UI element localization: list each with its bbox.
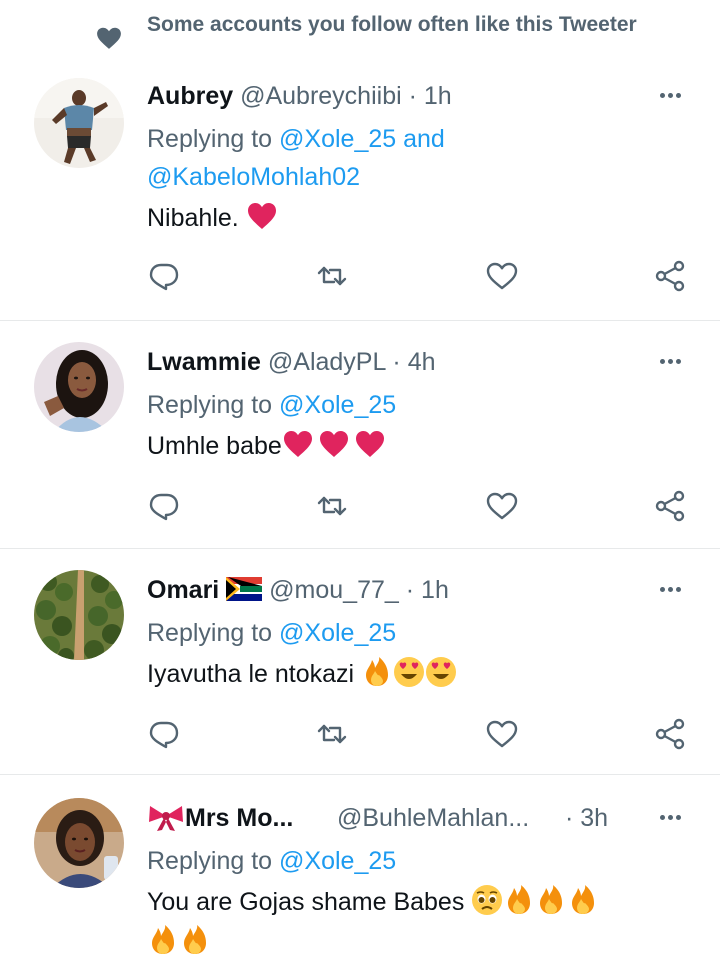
tweet-card[interactable]: Lwammie @AladyPL · 4h Replying to @Xole_… bbox=[0, 320, 720, 549]
reply-context: Replying to @Xole_25 and @KabeloMohlah02 bbox=[147, 120, 687, 196]
separator: · bbox=[405, 576, 415, 604]
separator: · bbox=[408, 82, 417, 110]
tweet-actions bbox=[0, 258, 720, 298]
share-icon[interactable] bbox=[652, 716, 688, 752]
avatar[interactable] bbox=[34, 570, 124, 660]
mention-link[interactable]: @Xole_25 bbox=[279, 125, 396, 153]
display-name[interactable]: Mrs Mo... bbox=[185, 804, 293, 832]
tweet-text-content: Iyavutha le ntokazi bbox=[147, 660, 355, 688]
heart-icon bbox=[97, 27, 121, 49]
fire-emoji bbox=[361, 656, 393, 688]
fire-emoji bbox=[503, 884, 535, 916]
mention-link[interactable]: @Xole_25 bbox=[279, 391, 396, 419]
tweet-text: You are Gojas shame Babes bbox=[147, 882, 687, 962]
reply-icon[interactable] bbox=[146, 258, 182, 294]
user-handle[interactable]: @AladyPL bbox=[268, 348, 386, 376]
mention-link[interactable]: @Xole_25 bbox=[279, 619, 396, 647]
tweet-header: Omari @mou_77_ · 1h bbox=[147, 570, 647, 610]
reply-prefix: Replying to bbox=[147, 125, 273, 153]
user-handle[interactable]: @mou_77_ bbox=[269, 576, 399, 604]
heart-eyes-emoji bbox=[393, 656, 425, 688]
timestamp[interactable]: 1h bbox=[421, 576, 449, 604]
timestamp[interactable]: 4h bbox=[408, 348, 436, 376]
tweet-actions bbox=[0, 488, 720, 528]
display-name[interactable]: Omari bbox=[147, 576, 219, 604]
reply-context: Replying to @Xole_25 bbox=[147, 842, 687, 880]
fire-emoji bbox=[535, 884, 567, 916]
separator: · bbox=[565, 804, 574, 832]
tweet-actions bbox=[0, 716, 720, 756]
tweet-header: Lwammie @AladyPL · 4h bbox=[147, 342, 647, 382]
retweet-icon[interactable] bbox=[314, 258, 350, 294]
red-heart-emoji bbox=[246, 200, 278, 232]
mention-link[interactable]: @KabeloMohlah02 bbox=[147, 163, 360, 191]
timestamp[interactable]: 3h bbox=[580, 804, 608, 832]
ribbon-bow-icon bbox=[147, 802, 185, 832]
tweet-card[interactable]: Mrs Mo... @BuhleMahlan... · 3h Replying … bbox=[0, 774, 720, 964]
tweet-text: Umhle babe bbox=[147, 426, 687, 466]
separator: · bbox=[392, 348, 401, 376]
display-name[interactable]: Lwammie bbox=[147, 348, 261, 376]
tweet-text-content: Nibahle. bbox=[147, 204, 239, 232]
tweet-header: Mrs Mo... @BuhleMahlan... · 3h bbox=[147, 798, 647, 838]
social-context: Some accounts you follow often like this… bbox=[0, 0, 720, 72]
tweet-header: Aubrey @Aubreychiibi · 1h bbox=[147, 76, 647, 116]
like-icon[interactable] bbox=[484, 716, 520, 752]
reply-prefix: Replying to bbox=[147, 847, 273, 875]
pleading-face-emoji bbox=[471, 884, 503, 916]
reply-prefix: Replying to bbox=[147, 619, 273, 647]
reply-and[interactable]: and bbox=[403, 125, 445, 153]
like-icon[interactable] bbox=[484, 488, 520, 524]
tweet-card[interactable]: Aubrey @Aubreychiibi · 1h Replying to @X… bbox=[0, 72, 720, 321]
social-context-text: Some accounts you follow often like this… bbox=[147, 13, 637, 36]
avatar[interactable] bbox=[34, 798, 124, 888]
reply-prefix: Replying to bbox=[147, 391, 273, 419]
red-heart-emoji bbox=[282, 428, 314, 460]
tweet-card[interactable]: Omari @mou_77_ · 1h Replying to @Xole_25… bbox=[0, 548, 720, 775]
reply-context: Replying to @Xole_25 bbox=[147, 614, 687, 652]
more-icon[interactable] bbox=[652, 342, 688, 382]
retweet-icon[interactable] bbox=[314, 488, 350, 524]
reply-context: Replying to @Xole_25 bbox=[147, 386, 687, 424]
fire-emoji bbox=[567, 884, 599, 916]
tweet-text-content: You are Gojas shame Babes bbox=[147, 888, 465, 916]
tweet-text-content: Umhle babe bbox=[147, 432, 282, 460]
retweet-icon[interactable] bbox=[314, 716, 350, 752]
heart-eyes-emoji bbox=[425, 656, 457, 688]
mention-link[interactable]: @Xole_25 bbox=[279, 847, 396, 875]
reply-icon[interactable] bbox=[146, 716, 182, 752]
avatar[interactable] bbox=[34, 342, 124, 432]
south-africa-flag-icon bbox=[226, 577, 263, 601]
reply-icon[interactable] bbox=[146, 488, 182, 524]
share-icon[interactable] bbox=[652, 488, 688, 524]
fire-emoji bbox=[147, 924, 179, 956]
display-name[interactable]: Aubrey bbox=[147, 82, 233, 110]
share-icon[interactable] bbox=[652, 258, 688, 294]
avatar[interactable] bbox=[34, 78, 124, 168]
like-icon[interactable] bbox=[484, 258, 520, 294]
fire-emoji bbox=[179, 924, 211, 956]
tweet-text: Nibahle. bbox=[147, 198, 687, 238]
tweet-text: Iyavutha le ntokazi bbox=[147, 654, 687, 694]
red-heart-emoji bbox=[354, 428, 386, 460]
more-icon[interactable] bbox=[652, 798, 688, 838]
red-heart-emoji bbox=[318, 428, 350, 460]
more-icon[interactable] bbox=[652, 570, 688, 610]
user-handle[interactable]: @Aubreychiibi bbox=[240, 82, 402, 110]
user-handle[interactable]: @BuhleMahlan... bbox=[337, 798, 529, 838]
more-icon[interactable] bbox=[652, 76, 688, 116]
timestamp[interactable]: 1h bbox=[424, 82, 452, 110]
